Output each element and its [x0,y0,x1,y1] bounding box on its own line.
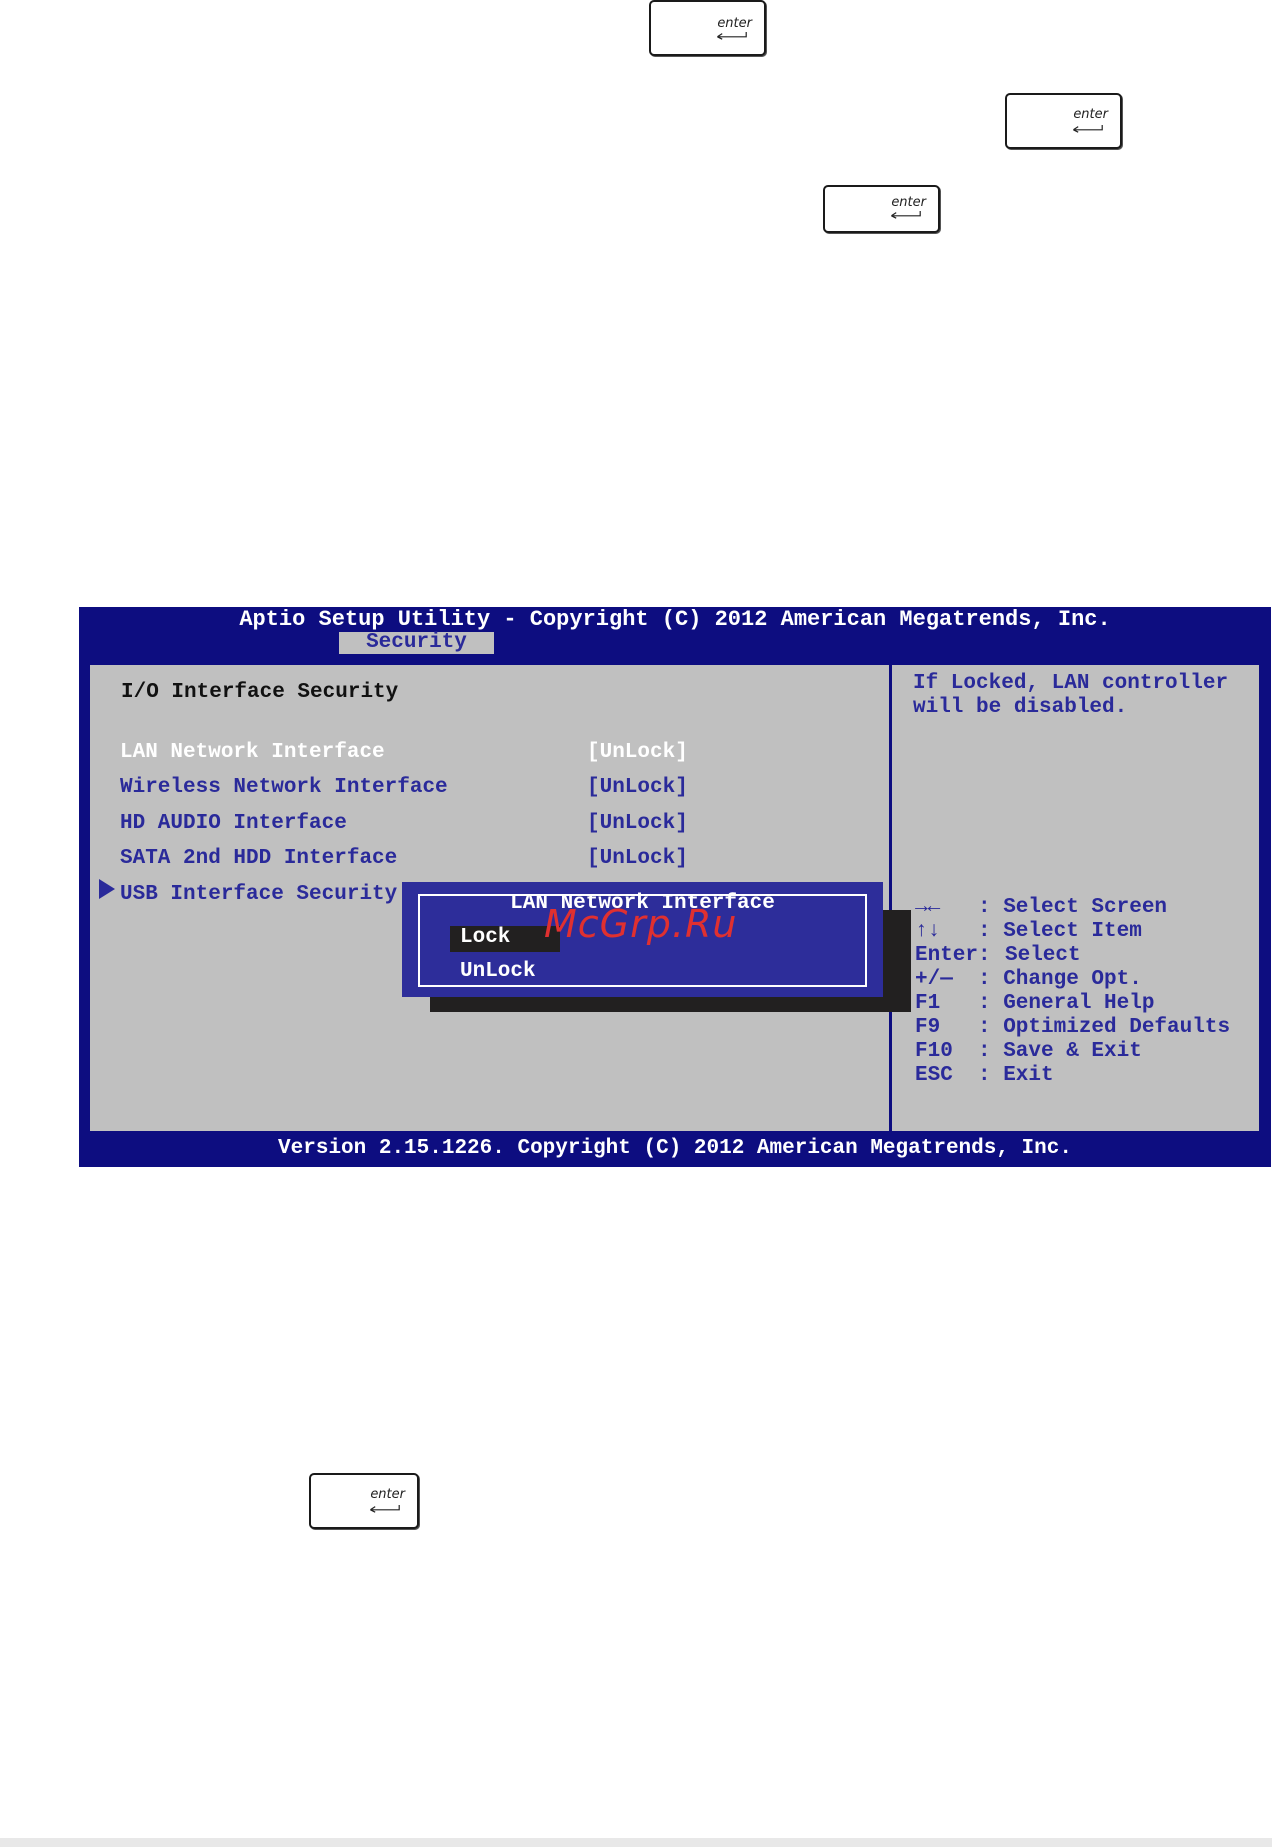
enter-key-icon: enter [823,185,940,233]
key-help-desc: : Optimized Defaults [978,1016,1231,1039]
key-help-key: F10 [915,1040,953,1063]
bios-screen: Aptio Setup Utility - Copyright (C) 2012… [79,607,1271,1167]
setting-label: Wireless Network Interface [120,776,448,799]
key-help-key: ↑↓ [915,920,941,943]
setting-label: HD AUDIO Interface [120,812,347,835]
setting-label: SATA 2nd HDD Interface [120,847,398,870]
setting-label: LAN Network Interface [120,741,385,764]
enter-arrow-icon [1073,125,1103,133]
setting-value: [UnLock] [587,741,688,764]
key-help-key: F9 [915,1016,941,1039]
key-help-key: +/— [915,968,953,991]
key-help-desc: : Change Opt. [978,968,1142,991]
setting-value: [UnLock] [587,847,688,870]
enter-key-icon: enter [309,1473,419,1529]
help-text-line1: If Locked, LAN controller [913,672,1229,695]
key-help-desc: : General Help [978,992,1155,1015]
enter-arrow-icon [891,211,921,219]
key-help-key: F1 [915,992,941,1015]
help-text-line2: will be disabled. [913,696,1128,719]
setting-label: USB Interface Security [120,883,398,906]
section-title: I/O Interface Security [121,681,399,704]
enter-key-label: enter [891,195,926,210]
page-bottom-bar [0,1838,1272,1847]
setting-value: [UnLock] [587,776,688,799]
enter-arrow-icon [370,1505,400,1513]
bios-header-title: Aptio Setup Utility - Copyright (C) 2012… [239,607,1111,632]
bios-footer: Version 2.15.1226. Copyright (C) 2012 Am… [278,1137,1072,1160]
key-help-desc: Select [1005,944,1081,967]
key-help-key: →← [915,896,941,919]
key-help-key: ESC [915,1064,953,1087]
panel-divider [889,662,892,1134]
enter-key-label: enter [370,1487,405,1502]
enter-key-icon: enter [649,0,766,56]
setting-value: [UnLock] [587,812,688,835]
popup-option-lock[interactable]: Lock [460,926,510,950]
key-help-desc: : Select Item [978,920,1142,943]
enter-key-label: enter [1073,107,1108,122]
watermark: McGrp.Ru [544,902,738,946]
key-help-desc: : Exit [978,1064,1054,1087]
key-help-desc: : Select Screen [978,896,1168,919]
enter-key-icon: enter [1005,93,1122,149]
key-help-key: Enter: [915,944,991,967]
submenu-arrow-icon [99,879,115,899]
tab-security[interactable]: Security [339,632,494,654]
enter-arrow-icon [717,32,747,40]
key-help-desc: : Save & Exit [978,1040,1142,1063]
enter-key-label: enter [717,16,752,31]
popup-option-unlock[interactable]: UnLock [460,960,536,984]
